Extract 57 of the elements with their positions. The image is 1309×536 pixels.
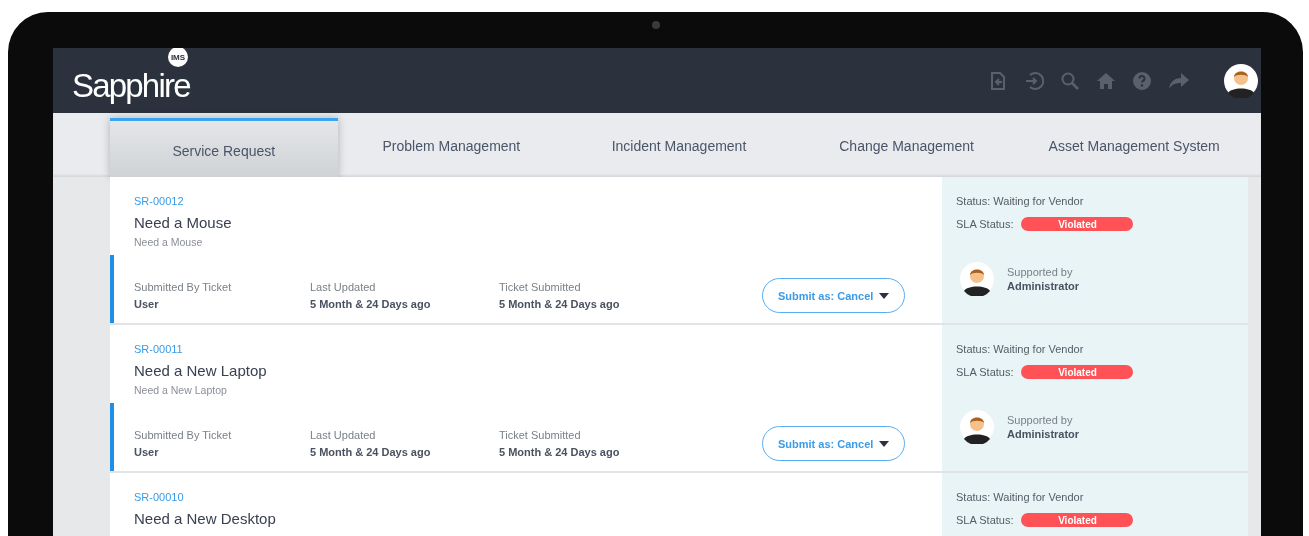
caret-icon [879,292,890,299]
home-icon[interactable] [1096,70,1116,91]
avatar-icon [960,262,994,296]
sla-badge: Violated [1021,217,1134,231]
field-label: Submitted By Ticket [134,429,233,441]
support-label: Supported by [1007,414,1074,426]
status-text: Status: Waiting for Vendor [956,195,1085,207]
ticket-description: Need a Mouse [134,236,204,248]
ticket-id[interactable]: SR-00012 [134,195,942,207]
field-label: Submitted By Ticket [134,281,233,293]
ticket-id[interactable]: SR-00011 [134,343,942,355]
app-logo: Sapphire [72,69,190,102]
field-value: User [134,446,160,458]
sign-in-icon[interactable] [1024,70,1044,91]
support-name: Administrator [1007,280,1080,292]
nav-tab[interactable]: Incident Management [565,113,793,177]
ticket-title: Need a New Laptop [134,362,268,379]
help-icon[interactable] [1132,70,1152,91]
nav-tab[interactable]: Problem Management [337,113,566,177]
user-avatar[interactable] [1224,63,1258,98]
avatar-icon [960,410,994,444]
sla-badge: Violated [1021,513,1134,527]
ticket-card[interactable] [110,177,1248,325]
support-label: Supported by [1007,266,1074,278]
field-label: Ticket Submitted [499,281,582,293]
support-name: Administrator [1007,428,1080,440]
field-label: Last Updated [310,429,377,441]
field-value: User [134,298,160,310]
ticket-title: Need a New Desktop [134,510,277,527]
sla-label: SLA Status: [956,366,1014,378]
field-value: 5 Month & 24 Days ago [310,446,432,458]
ticket-card[interactable]: SR-00010 Need a New Desktop Status: Waiting for Vendor SLA Status: Violated [110,473,1248,536]
search-icon[interactable] [1060,70,1080,91]
submit-dropdown-button[interactable]: Submit as: Cancel [762,278,906,313]
sla-label: SLA Status: [956,514,1014,526]
status-text: Status: Waiting for Vendor [956,343,1085,355]
field-label: Ticket Submitted [499,429,582,441]
nav-tab[interactable]: Service Request [110,118,338,177]
share-arrow-icon[interactable] [1168,70,1190,91]
logo-badge: IMS [168,48,188,67]
file-export-icon[interactable] [988,70,1008,91]
sla-label: SLA Status: [956,218,1014,230]
camera-icon [652,21,660,29]
field-value: 5 Month & 24 Days ago [499,446,621,458]
ticket-description: Need a New Laptop [134,384,228,396]
ticket-title: Need a Mouse [134,214,233,231]
submit-dropdown-button[interactable]: Submit as: Cancel [762,426,906,461]
status-text: Status: Waiting for Vendor [956,491,1085,503]
field-label: Last Updated [310,281,377,293]
caret-icon [879,440,890,447]
nav-tab[interactable]: Change Management [792,113,1021,177]
ticket-card[interactable] [110,325,1248,473]
field-value: 5 Month & 24 Days ago [310,298,432,310]
sla-badge: Violated [1021,365,1134,379]
nav-tab[interactable]: Asset Management System [1020,113,1248,177]
ticket-id[interactable]: SR-00010 [134,491,942,503]
field-value: 5 Month & 24 Days ago [499,298,621,310]
